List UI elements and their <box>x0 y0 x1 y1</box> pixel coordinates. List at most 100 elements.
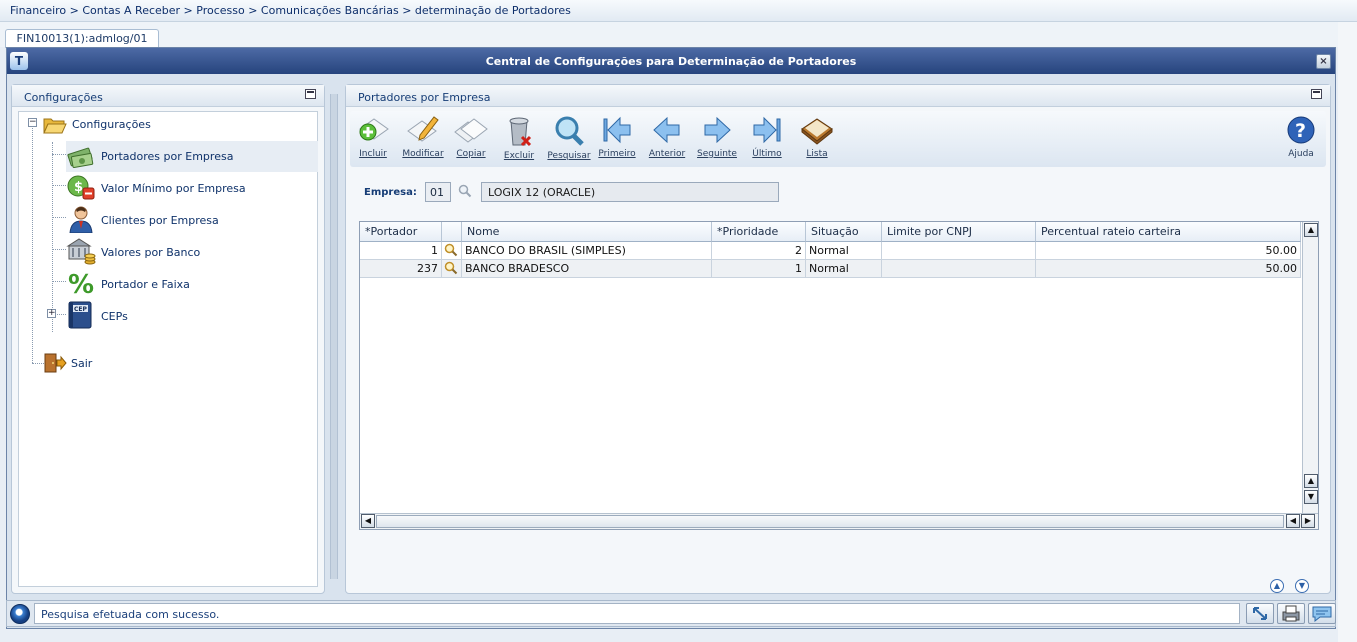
lista-label: Lista <box>806 149 828 159</box>
configuration-tree: − Configurações Portadores por Empresa $… <box>18 111 318 587</box>
window-title-bar: T Central de Configurações para Determin… <box>7 48 1335 74</box>
tree-item-label: Clientes por Empresa <box>101 214 219 227</box>
tree-item-valores-por-banco[interactable]: Valores por Banco <box>66 237 286 267</box>
column-header-nome[interactable]: Nome <box>462 222 712 242</box>
anterior-button[interactable]: Anterior <box>644 115 690 165</box>
tree-connector <box>52 185 66 186</box>
tree-connector <box>52 154 66 155</box>
vertical-scrollbar[interactable]: ▲ ▲ ▼ <box>1302 222 1318 514</box>
messages-button[interactable] <box>1308 603 1336 624</box>
tree-connector <box>52 249 66 250</box>
cell-percentual[interactable]: 50.00 <box>1036 260 1301 278</box>
column-header-prioridade[interactable]: *Prioridade <box>712 222 806 242</box>
cell-limite-cnpj[interactable] <box>882 260 1036 278</box>
scroll-top-button[interactable]: ▲ <box>1270 579 1284 593</box>
tree-item-portador-e-faixa[interactable]: % Portador e Faixa <box>66 269 286 300</box>
tree-item-sair[interactable]: Sair <box>43 352 133 376</box>
first-arrow-icon <box>603 116 631 144</box>
cell-percentual[interactable]: 50.00 <box>1036 242 1301 260</box>
cell-portador[interactable]: 237 <box>360 260 442 278</box>
column-header-situacao[interactable]: Situação <box>806 222 882 242</box>
resize-button[interactable] <box>1246 603 1274 624</box>
resize-arrows-icon <box>1253 607 1267 620</box>
zoom-magnifier-icon <box>444 243 458 257</box>
cell-situacao[interactable]: Normal <box>806 242 882 260</box>
cell-nome[interactable]: BANCO BRADESCO <box>462 260 712 278</box>
anterior-label: Anterior <box>648 149 686 159</box>
tree-connector <box>32 128 33 363</box>
outer-scroll-edge <box>1338 22 1357 642</box>
column-header-portador[interactable]: *Portador <box>360 222 442 242</box>
panel-splitter[interactable] <box>330 94 338 579</box>
scroll-bottom-button[interactable]: ▼ <box>1295 579 1309 593</box>
horizontal-scroll-thumb[interactable] <box>376 515 1284 528</box>
cell-nome[interactable]: BANCO DO BRASIL (SIMPLES) <box>462 242 712 260</box>
cell-zoom[interactable] <box>442 242 462 260</box>
empresa-code-field[interactable]: 01 <box>425 182 451 202</box>
tab-fin10013[interactable]: FIN10013(1):admlog/01 <box>5 29 159 48</box>
printer-icon <box>1282 605 1300 622</box>
scroll-page-left-button[interactable]: ◀ <box>1286 514 1300 528</box>
scroll-right-button[interactable]: ▶ <box>1301 514 1315 528</box>
tree-connector <box>52 217 66 218</box>
minimize-panel-button[interactable] <box>305 89 316 99</box>
cell-zoom[interactable] <box>442 260 462 278</box>
book-icon <box>801 118 833 145</box>
scroll-down-button[interactable]: ▼ <box>1304 490 1318 504</box>
portadores-panel-header: Portadores por Empresa <box>346 85 1330 107</box>
status-message: Pesquisa efetuada com sucesso. <box>34 603 1240 624</box>
svg-text:?: ? <box>1295 120 1306 142</box>
cell-prioridade[interactable]: 1 <box>712 260 806 278</box>
excluir-button[interactable]: Excluir <box>496 115 542 165</box>
cell-situacao[interactable]: Normal <box>806 260 882 278</box>
pesquisar-button[interactable]: Pesquisar <box>546 115 592 165</box>
column-header-percentual[interactable]: Percentual rateio carteira <box>1036 222 1301 242</box>
tree-item-ceps[interactable]: CEP CEPs <box>66 301 186 331</box>
horizontal-scrollbar[interactable]: ◀ ◀ ▶ <box>360 513 1318 529</box>
empresa-search-icon[interactable] <box>458 184 474 200</box>
primeiro-button[interactable]: Primeiro <box>594 115 640 165</box>
tree-item-label: Valor Mínimo por Empresa <box>101 182 246 195</box>
window-title: Central de Configurações para Determinaç… <box>485 55 857 68</box>
seguinte-button[interactable]: Seguinte <box>694 115 740 165</box>
cell-portador[interactable]: 1 <box>360 242 442 260</box>
expand-toggle[interactable]: + <box>47 309 56 318</box>
minimize-panel-button[interactable] <box>1311 89 1322 99</box>
tree-item-portadores-por-empresa[interactable]: Portadores por Empresa <box>66 141 318 172</box>
magnifier-icon <box>555 116 584 146</box>
scroll-page-up-button[interactable]: ▲ <box>1304 474 1318 488</box>
close-window-button[interactable]: × <box>1316 54 1331 69</box>
incluir-label: Incluir <box>359 149 387 159</box>
next-arrow-icon <box>704 116 731 144</box>
print-button[interactable] <box>1277 603 1305 624</box>
tree-item-clientes-por-empresa[interactable]: Clientes por Empresa <box>66 205 286 235</box>
scroll-left-button[interactable]: ◀ <box>361 514 375 528</box>
breadcrumb[interactable]: Financeiro > Contas A Receber > Processo… <box>0 0 1357 22</box>
tree-item-valor-minimo-por-empresa[interactable]: $ Valor Mínimo por Empresa <box>66 173 286 203</box>
modificar-button[interactable]: Modificar <box>400 115 446 165</box>
scroll-up-button[interactable]: ▲ <box>1304 223 1318 237</box>
tree-item-label: Sair <box>71 357 93 370</box>
main-window: T Central de Configurações para Determin… <box>6 47 1336 629</box>
ultimo-button[interactable]: Último <box>744 115 790 165</box>
empresa-name-field: LOGIX 12 (ORACLE) <box>481 182 779 202</box>
cell-prioridade[interactable]: 2 <box>712 242 806 260</box>
copiar-label: Copiar <box>456 149 486 159</box>
tree-root-configuracoes[interactable]: Configurações <box>41 112 191 138</box>
tree-item-label: CEPs <box>101 310 128 323</box>
svg-text:CEP: CEP <box>74 306 88 313</box>
copiar-button[interactable]: Copiar <box>448 115 494 165</box>
portadores-grid: *Portador Nome *Prioridade Situação Limi… <box>359 221 1319 530</box>
cell-limite-cnpj[interactable] <box>882 242 1036 260</box>
tree-item-label: Portador e Faixa <box>101 278 190 291</box>
incluir-button[interactable]: Incluir <box>350 115 396 165</box>
ultimo-label: Último <box>752 149 782 159</box>
ajuda-button[interactable]: ? Ajuda <box>1278 115 1324 165</box>
edit-document-icon <box>407 116 439 142</box>
column-header-limite-cnpj[interactable]: Limite por CNPJ <box>882 222 1036 242</box>
pesquisar-label: Pesquisar <box>547 151 591 161</box>
trash-icon <box>509 117 532 147</box>
lista-button[interactable]: Lista <box>794 115 840 165</box>
collapse-toggle[interactable]: − <box>28 118 37 127</box>
tree-root-label: Configurações <box>72 118 151 131</box>
